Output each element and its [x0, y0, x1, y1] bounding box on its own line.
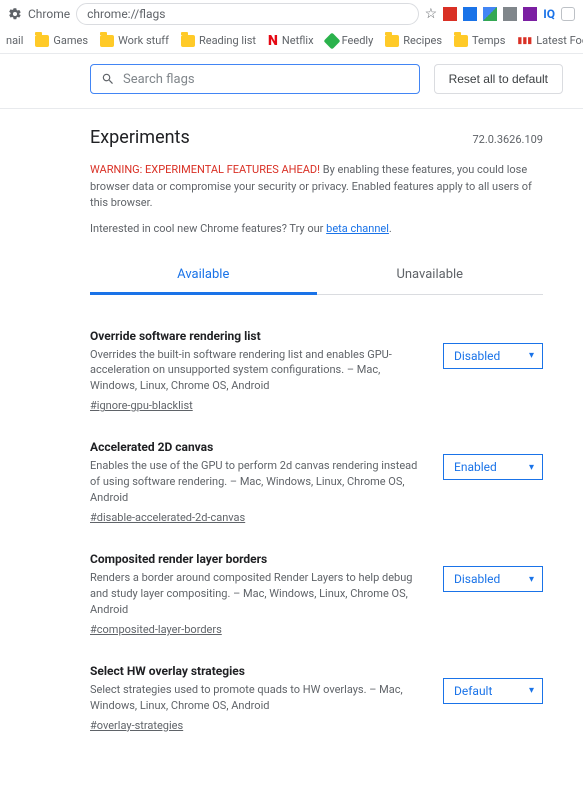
feedly-icon	[323, 32, 340, 49]
tab-title: Chrome	[28, 7, 70, 21]
flag-title: Select HW overlay strategies	[90, 664, 425, 678]
flag-select[interactable]: Enabled	[443, 454, 543, 480]
beta-channel-link[interactable]: beta channel	[326, 222, 389, 235]
browser-chrome-top: Chrome chrome://flags ☆ IQ	[0, 0, 583, 28]
flag-anchor-link[interactable]: #composited-layer-borders	[90, 623, 222, 636]
page-content: Experiments 72.0.3626.109 WARNING: EXPER…	[0, 109, 583, 786]
bookmark-item[interactable]: nail	[6, 34, 23, 47]
flag-title: Accelerated 2D canvas	[90, 440, 425, 454]
omnibox-url: chrome://flags	[87, 7, 165, 21]
flag-anchor-link[interactable]: #disable-accelerated-2d-canvas	[90, 511, 245, 524]
tabs: Available Unavailable	[90, 257, 543, 295]
flag-title: Override software rendering list	[90, 329, 425, 343]
flag-select[interactable]: Disabled	[443, 343, 543, 369]
flag-description: Overrides the built-in software renderin…	[90, 347, 425, 395]
extension-icon[interactable]	[463, 7, 477, 21]
bookmark-item[interactable]: Temps	[454, 34, 505, 47]
tab-unavailable[interactable]: Unavailable	[317, 257, 544, 294]
search-icon	[101, 72, 115, 86]
tab-available[interactable]: Available	[90, 257, 317, 295]
flag-description: Select strategies used to promote quads …	[90, 682, 425, 714]
flag-select[interactable]: Disabled	[443, 566, 543, 592]
browser-tab[interactable]: Chrome	[8, 7, 70, 21]
page-top-controls: Search flags Reset all to default	[0, 54, 583, 104]
extension-icons: IQ	[443, 7, 575, 21]
flag-anchor-link[interactable]: #overlay-strategies	[90, 719, 183, 732]
extension-icon[interactable]	[483, 7, 497, 21]
flag-item: Override software rendering list Overrid…	[90, 315, 543, 427]
iq-extension-icon[interactable]: IQ	[543, 7, 555, 21]
beta-line: Interested in cool new Chrome features? …	[90, 222, 543, 235]
bookmark-item[interactable]: Reading list	[181, 34, 256, 47]
bookmark-star-icon[interactable]: ☆	[425, 6, 438, 22]
flag-item: Composited render layer borders Renders …	[90, 538, 543, 650]
folder-icon	[100, 35, 114, 47]
netflix-icon: N	[268, 34, 278, 48]
bookmark-item[interactable]: ▮▮▮Latest Football New...	[517, 34, 583, 47]
search-placeholder: Search flags	[123, 72, 195, 87]
bookmark-item[interactable]: Feedly	[326, 34, 374, 47]
page-title: Experiments	[90, 127, 190, 148]
extension-icon[interactable]	[443, 7, 457, 21]
bookmark-item[interactable]: NNetflix	[268, 34, 314, 48]
flag-select[interactable]: Default	[443, 678, 543, 704]
bookmark-item[interactable]: Work stuff	[100, 34, 169, 47]
bookmark-item[interactable]: Recipes	[385, 34, 442, 47]
folder-icon	[181, 35, 195, 47]
extension-icon[interactable]	[503, 7, 517, 21]
folder-icon	[35, 35, 49, 47]
warning-bold: WARNING: EXPERIMENTAL FEATURES AHEAD!	[90, 163, 320, 176]
reset-all-button[interactable]: Reset all to default	[434, 64, 563, 94]
folder-icon	[454, 35, 468, 47]
flag-description: Enables the use of the GPU to perform 2d…	[90, 458, 425, 506]
bookmark-item[interactable]: Games	[35, 34, 88, 47]
flag-title: Composited render layer borders	[90, 552, 425, 566]
omnibox[interactable]: chrome://flags	[76, 3, 419, 25]
flag-item: Select HW overlay strategies Select stra…	[90, 650, 543, 746]
search-input[interactable]: Search flags	[90, 64, 420, 94]
bookmarks-bar: nail Games Work stuff Reading list NNetf…	[0, 28, 583, 54]
onenote-icon[interactable]	[523, 7, 537, 21]
folder-icon	[385, 35, 399, 47]
version-label: 72.0.3626.109	[472, 133, 543, 146]
extension-icon[interactable]	[561, 7, 575, 21]
flag-item: Accelerated 2D canvas Enables the use of…	[90, 426, 543, 538]
gear-icon	[8, 7, 22, 21]
flag-anchor-link[interactable]: #ignore-gpu-blacklist	[90, 399, 193, 412]
flag-description: Renders a border around composited Rende…	[90, 570, 425, 618]
warning-text: WARNING: EXPERIMENTAL FEATURES AHEAD! By…	[90, 162, 543, 212]
